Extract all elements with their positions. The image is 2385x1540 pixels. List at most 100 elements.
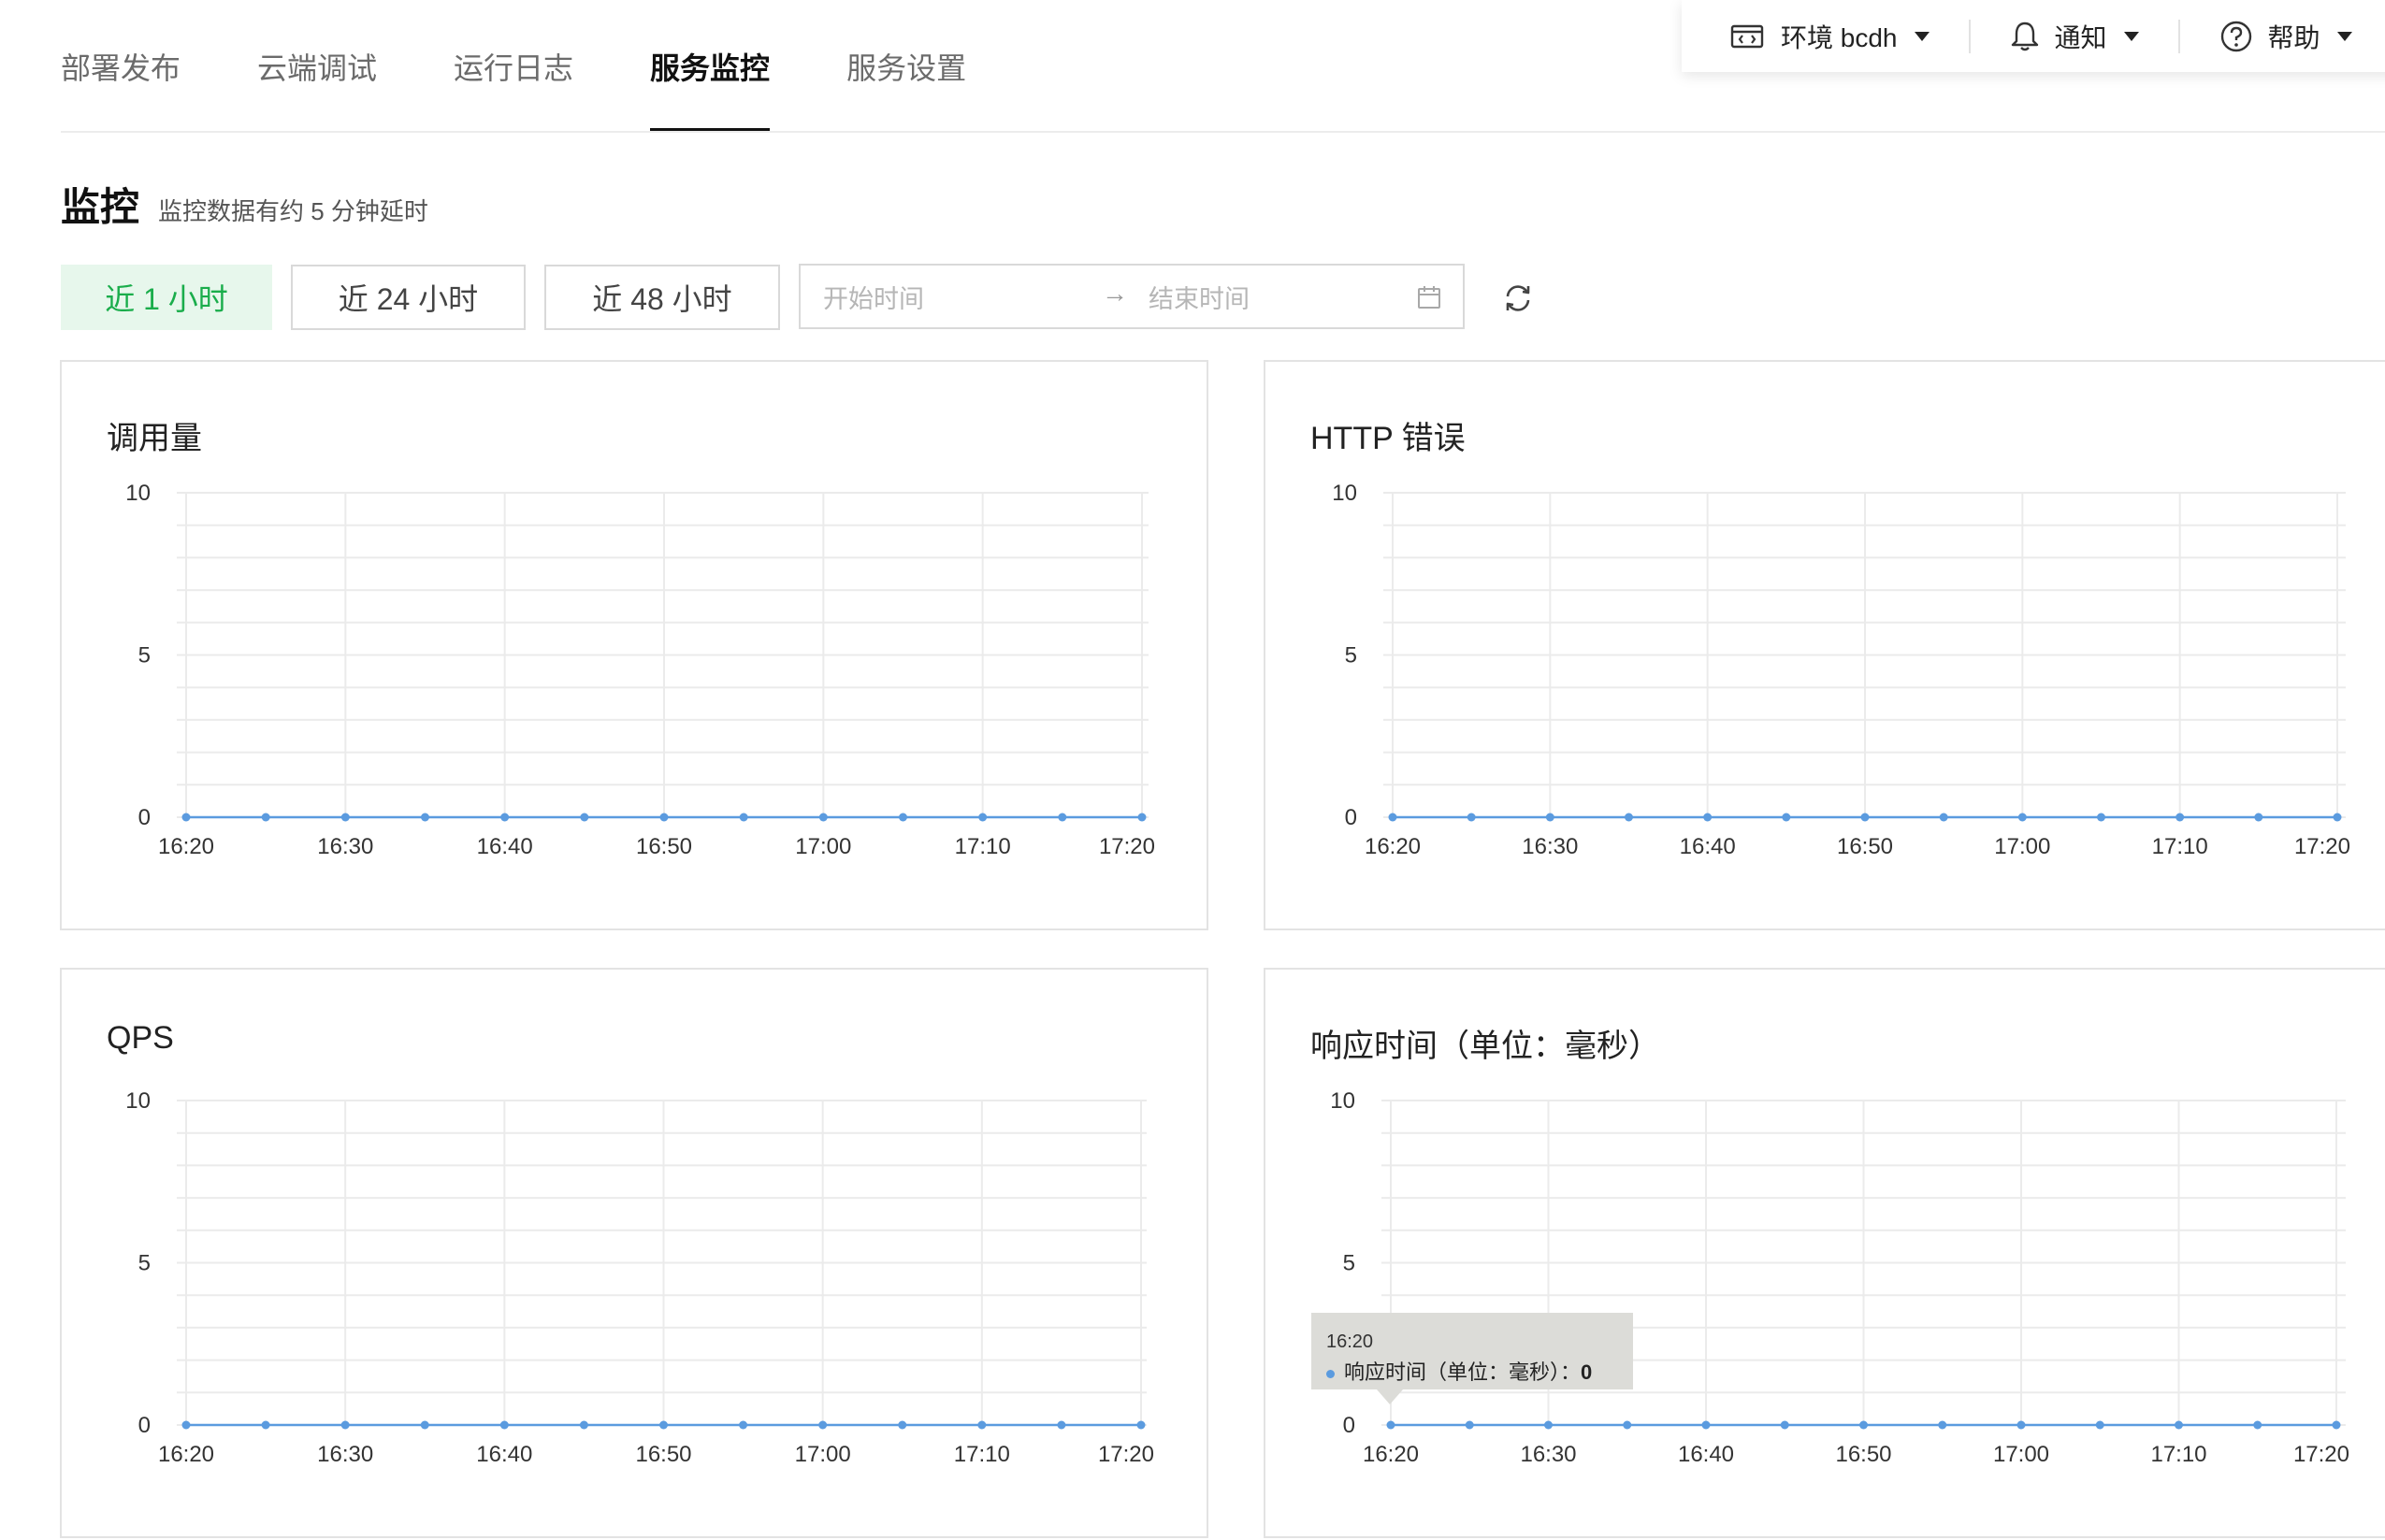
x-tick-label: 16:30 [317, 1442, 373, 1467]
chart-card-calls: 调用量 0 5 10 16:20 16:30 16:40 16:50 17:00 17:10 17… [60, 360, 1208, 930]
chart-card-http-errors: HTTP 错误 0 5 10 16:20 16:30 16:40 16:50 17:00 17:… [1264, 360, 2385, 930]
x-tick-label: 17:10 [954, 1442, 1010, 1467]
tab-cloud-debug[interactable]: 云端调试 [257, 0, 377, 132]
range-1h-button[interactable]: 近 1 小时 [61, 265, 272, 330]
data-point [659, 1420, 668, 1430]
notify-dropdown[interactable]: 通知 [2010, 18, 2139, 55]
x-tick-label: 17:20 [1098, 1442, 1154, 1467]
data-point [1545, 813, 1554, 822]
data-point [978, 813, 988, 822]
data-point [181, 1420, 191, 1430]
help-dropdown[interactable]: 帮助 [2219, 18, 2352, 55]
data-point [261, 813, 270, 822]
data-point [1701, 1420, 1711, 1430]
data-point [2017, 813, 2027, 822]
data-point [1388, 813, 1397, 822]
data-point [1136, 1420, 1146, 1430]
y-tick-label: 0 [1345, 805, 1357, 830]
data-point [977, 1420, 987, 1430]
environment-icon [1730, 24, 1764, 48]
y-tick-label: 5 [1343, 1251, 1355, 1276]
data-point [579, 1420, 588, 1430]
data-point [420, 1420, 429, 1430]
data-point [1058, 813, 1067, 822]
x-tick-label: 17:20 [2293, 1442, 2349, 1467]
data-point [1939, 813, 1948, 822]
page-title: 监控 [61, 185, 140, 229]
series-dot-icon [1326, 1369, 1335, 1378]
data-point [2254, 813, 2263, 822]
start-time-input[interactable]: 开始时间 [823, 279, 924, 315]
data-point [818, 1420, 828, 1430]
data-point [898, 1420, 907, 1430]
data-point [1465, 1420, 1474, 1430]
http-errors-chart: 0 5 10 16:20 16:30 16:40 16:50 17:00 17:10 17:20 [1332, 481, 2350, 859]
data-point [739, 813, 748, 822]
x-tick-label: 16:40 [1680, 834, 1736, 859]
x-tick-label: 16:20 [1363, 1442, 1419, 1467]
y-tick-label: 10 [1330, 1088, 1355, 1114]
end-time-input[interactable]: 结束时间 [1149, 279, 1250, 315]
data-point [181, 813, 191, 822]
chart-card-response-time: 响应时间（单位：毫秒） 0 5 10 16:20 16:30 16:40 16:50 17:0… [1264, 968, 2385, 1538]
x-tick-label: 16:40 [476, 1442, 532, 1467]
tab-service-monitor[interactable]: 服务监控 [650, 0, 771, 132]
tabs-divider [61, 131, 2385, 133]
y-tick-label: 0 [138, 805, 151, 830]
tab-deploy[interactable]: 部署发布 [61, 0, 181, 132]
data-point [818, 813, 828, 822]
tooltip-time: 16:20 [1326, 1331, 1374, 1352]
x-tick-label: 16:40 [477, 834, 533, 859]
tab-service-settings[interactable]: 服务设置 [846, 0, 966, 132]
data-point [261, 1420, 270, 1430]
tooltip-entry: 响应时间（单位：毫秒）：0 [1326, 1356, 1592, 1386]
data-point [1625, 813, 1633, 822]
range-48h-button[interactable]: 近 48 小时 [544, 265, 780, 330]
x-tick-label: 16:20 [1365, 834, 1421, 859]
chart-card-qps: QPS 0 5 10 16:20 16:30 16:40 16:50 17:00 17:10 17… [60, 968, 1208, 1538]
data-point [1623, 1420, 1632, 1430]
x-tick-label: 16:30 [317, 834, 373, 859]
data-point [500, 813, 510, 822]
chevron-down-icon [1914, 31, 1930, 41]
data-point [2253, 1420, 2262, 1430]
data-point [340, 813, 350, 822]
date-range-picker[interactable]: 开始时间 → 结束时间 [799, 264, 1465, 329]
bell-icon [2011, 22, 2038, 50]
data-point [1860, 813, 1870, 822]
calendar-icon [1418, 286, 1440, 309]
tab-run-logs[interactable]: 运行日志 [454, 0, 573, 132]
tooltip-separator: ： [1560, 1360, 1582, 1384]
y-tick-label: 5 [1345, 643, 1357, 669]
data-point [659, 813, 669, 822]
service-tabs: 部署发布 云端调试 运行日志 服务监控 服务设置 [61, 0, 1043, 132]
x-tick-label: 16:20 [158, 1442, 214, 1467]
calls-chart: 0 5 10 16:20 16:30 16:40 16:50 17:00 17:10 17:20 [125, 481, 1155, 859]
y-tick-label: 5 [138, 643, 151, 669]
x-tick-label: 17:10 [2152, 834, 2208, 859]
data-point [1544, 1420, 1553, 1430]
toolbar-divider [1968, 19, 1971, 53]
top-toolbar: 环境 bcdh 通知 帮助 [1682, 0, 2385, 72]
data-point [340, 1420, 350, 1430]
response-time-chart: 0 5 10 16:20 16:30 16:40 16:50 17:00 17:10 17:20 [1330, 1088, 2349, 1467]
data-point [1467, 813, 1476, 822]
data-point [499, 1420, 509, 1430]
y-tick-label: 10 [125, 1088, 151, 1114]
x-tick-label: 16:30 [1522, 834, 1578, 859]
y-tick-label: 0 [138, 1413, 151, 1438]
notify-label: 通知 [2054, 22, 2107, 52]
x-tick-label: 17:20 [1099, 834, 1155, 859]
data-point [2097, 813, 2105, 822]
x-tick-label: 17:00 [795, 834, 851, 859]
x-tick-label: 16:50 [635, 1442, 691, 1467]
x-tick-label: 16:50 [636, 834, 692, 859]
refresh-icon[interactable] [1502, 282, 1534, 314]
data-point [899, 813, 907, 822]
range-24h-button[interactable]: 近 24 小时 [291, 265, 526, 330]
env-dropdown[interactable]: 环境 bcdh [1730, 18, 1930, 55]
x-tick-label: 17:10 [2150, 1442, 2206, 1467]
env-label: 环境 bcdh [1781, 22, 1898, 52]
tooltip-series: 响应时间（单位：毫秒） [1344, 1360, 1561, 1384]
chevron-down-icon [2336, 31, 2352, 41]
